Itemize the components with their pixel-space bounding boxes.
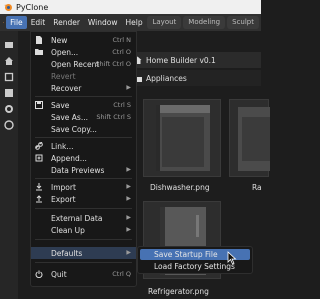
- menu-item-label: Open Recent: [51, 60, 100, 69]
- import-icon: [36, 183, 42, 191]
- object-icon[interactable]: [4, 72, 14, 82]
- menu-item-label: Import: [51, 183, 76, 192]
- menu-item-label: Clean Up: [51, 226, 85, 235]
- submenu-arrow-icon: ▶: [126, 166, 131, 173]
- append-icon: [35, 154, 43, 162]
- submenu-arrow-icon: ▶: [126, 226, 131, 233]
- window-title-bar: PyClone: [0, 0, 261, 14]
- home-icon[interactable]: [4, 56, 14, 66]
- menu-item-quit[interactable]: Quit Ctrl Q: [31, 268, 136, 280]
- menu-item-label: External Data: [51, 214, 103, 223]
- menu-bar: File Edit Render Window Help Layout Mode…: [0, 14, 261, 31]
- tab-modeling[interactable]: Modeling: [183, 16, 226, 29]
- menu-separator: [35, 96, 132, 97]
- asset-thumbnail-range[interactable]: [229, 99, 270, 177]
- menu-item-label: Save Startup File: [154, 250, 218, 259]
- menu-item-new[interactable]: New Ctrl N: [31, 34, 136, 46]
- menu-item-label: Export: [51, 195, 76, 204]
- menu-item-label: Open...: [51, 48, 79, 57]
- mouse-pointer-icon: [227, 251, 237, 265]
- menu-item-open-recent[interactable]: Open Recent Shift Ctrl O: [31, 58, 136, 70]
- menu-item-save[interactable]: Save Ctrl S: [31, 99, 136, 111]
- menu-render[interactable]: Render: [49, 16, 84, 29]
- submenu-arrow-icon: ▶: [126, 249, 131, 256]
- tab-layout[interactable]: Layout: [147, 16, 182, 29]
- export-icon: [36, 195, 42, 203]
- library-folder[interactable]: Appliances: [146, 74, 187, 83]
- library-header: Home Builder v0.1: [130, 52, 261, 68]
- menu-item-label: Data Previews: [51, 166, 105, 175]
- menu-separator: [35, 137, 132, 138]
- menu-item-save-copy[interactable]: Save Copy...: [31, 123, 136, 135]
- app-logo-icon: [4, 4, 12, 11]
- tab-sculpt[interactable]: Sculpt: [227, 16, 259, 29]
- menu-item-export[interactable]: Export ▶: [31, 193, 136, 205]
- asset-label-dishwasher: Dishwasher.png: [150, 183, 210, 192]
- menu-item-label: Save: [51, 101, 70, 110]
- submenu-arrow-icon: ▶: [126, 84, 131, 91]
- menu-item-save-as[interactable]: Save As... Shift Ctrl S: [31, 111, 136, 123]
- menu-item-open[interactable]: Open... Ctrl O: [31, 46, 136, 58]
- menu-separator: [35, 208, 132, 209]
- menu-item-shortcut: Ctrl O: [112, 48, 131, 56]
- dishwasher-image: [156, 105, 210, 171]
- menu-separator: [35, 262, 132, 263]
- menu-help[interactable]: Help: [122, 16, 147, 29]
- asset-label-refrigerator: Refrigerator.png: [148, 287, 209, 296]
- range-image: [238, 107, 270, 171]
- library-path: Appliances: [130, 70, 261, 86]
- menu-item-label: Defaults: [51, 249, 83, 258]
- menu-item-append[interactable]: Append...: [31, 152, 136, 164]
- link-icon: [35, 142, 43, 150]
- submenu-arrow-icon: ▶: [126, 214, 131, 221]
- menu-item-shortcut: Shift Ctrl O: [95, 60, 131, 68]
- menu-item-label: Save As...: [51, 113, 88, 122]
- menu-item-revert: Revert: [31, 70, 136, 82]
- menu-item-data-previews[interactable]: Data Previews ▶: [31, 164, 136, 176]
- menu-item-label: Link...: [51, 142, 74, 151]
- menu-item-link[interactable]: Link...: [31, 140, 136, 152]
- open-folder-icon: [35, 49, 43, 55]
- menu-item-recover[interactable]: Recover ▶: [31, 82, 136, 94]
- app-menu-icon[interactable]: [3, 16, 4, 29]
- menu-item-label: Revert: [51, 72, 76, 81]
- menu-item-clean-up[interactable]: Clean Up ▶: [31, 224, 136, 236]
- menu-item-label: Quit: [51, 270, 67, 279]
- world-icon[interactable]: [4, 104, 14, 114]
- menu-item-label: New: [51, 36, 68, 45]
- folder-icon[interactable]: [4, 40, 14, 50]
- power-icon: [35, 270, 43, 278]
- asset-label-range: Ra: [252, 183, 262, 192]
- left-toolbar: [0, 31, 18, 299]
- menu-item-label: Append...: [51, 154, 87, 163]
- menu-item-label: Save Copy...: [51, 125, 97, 134]
- submenu-arrow-icon: ▶: [126, 195, 131, 202]
- menu-separator: [35, 239, 132, 240]
- file-menu-dropdown: New Ctrl N Open... Ctrl O Open Recent Sh…: [30, 31, 137, 287]
- menu-item-external-data[interactable]: External Data ▶: [31, 212, 136, 224]
- submenu-arrow-icon: ▶: [126, 183, 131, 190]
- window-title: PyClone: [16, 2, 49, 12]
- new-file-icon: [36, 36, 42, 44]
- menu-item-shortcut: Ctrl S: [113, 101, 131, 109]
- menu-item-label: Load Factory Settings: [154, 262, 235, 271]
- settings-icon[interactable]: [4, 120, 14, 130]
- library-title: Home Builder v0.1: [146, 55, 216, 65]
- data-icon[interactable]: [4, 88, 14, 98]
- menu-separator: [35, 178, 132, 179]
- menu-item-label: Recover: [51, 84, 82, 93]
- menu-file[interactable]: File: [6, 16, 27, 29]
- save-icon: [35, 101, 43, 109]
- menu-item-shortcut: Shift Ctrl S: [96, 113, 131, 121]
- menu-item-defaults[interactable]: Defaults ▶: [31, 247, 136, 259]
- menu-window[interactable]: Window: [84, 16, 122, 29]
- menu-edit[interactable]: Edit: [27, 16, 50, 29]
- menu-item-shortcut: Ctrl Q: [112, 270, 131, 278]
- asset-thumbnail-dishwasher[interactable]: [143, 99, 221, 177]
- menu-item-import[interactable]: Import ▶: [31, 181, 136, 193]
- menu-item-shortcut: Ctrl N: [112, 36, 132, 44]
